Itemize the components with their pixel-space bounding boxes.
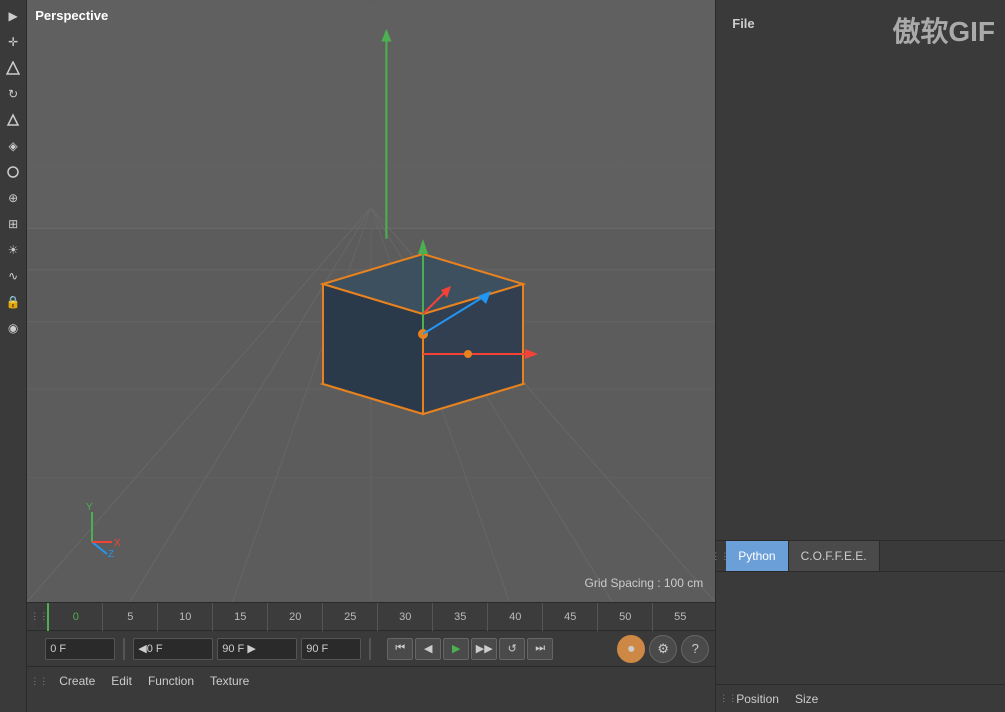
tool-icon-9[interactable]: ☀ <box>1 238 25 262</box>
tick-15[interactable]: 15 <box>212 603 267 631</box>
auto-button[interactable]: ⚙ <box>649 635 677 663</box>
menu-texture[interactable]: Texture <box>210 674 249 688</box>
tool-icon-6[interactable] <box>1 160 25 184</box>
rotate-icon[interactable]: ↻ <box>1 82 25 106</box>
fast-forward-button[interactable]: ▶▶ <box>471 638 497 660</box>
right-panel-content <box>716 572 1005 684</box>
tab-python[interactable]: Python <box>726 541 788 571</box>
play-button[interactable]: ▶ <box>443 638 469 660</box>
end-button[interactable]: ⏭ <box>527 638 553 660</box>
frame-end-input[interactable] <box>217 638 297 660</box>
select-icon[interactable]: ▶ <box>1 4 25 28</box>
svg-text:X: X <box>114 538 121 549</box>
viewport-section: Perspective Grid Spacing : 100 cm Y Z X <box>27 0 715 712</box>
tick-35[interactable]: 35 <box>432 603 487 631</box>
move-icon[interactable]: ✛ <box>1 30 25 54</box>
magnet-icon[interactable]: ⊕ <box>1 186 25 210</box>
menu-edit[interactable]: Edit <box>111 674 132 688</box>
frame-start-input[interactable] <box>45 638 115 660</box>
main-container: ▶ ✛ ↻ ◈ ⊕ ⊞ ☀ ∿ 🔒 ◉ <box>0 0 1005 712</box>
polygon-icon[interactable] <box>1 108 25 132</box>
rewind-button[interactable]: ⏮ <box>387 638 413 660</box>
svg-text:Z: Z <box>108 549 114 560</box>
right-panel: File 傲软GIF ⋮⋮ Python C.O.F.F.E.E. ⋮⋮ Pos… <box>715 0 1005 712</box>
tick-40[interactable]: 40 <box>487 603 542 631</box>
playback-btn-group: ⏮ ◀ ▶ ▶▶ ↺ ⏭ <box>387 638 553 660</box>
ruler-ticks: 0 5 10 15 20 25 30 35 40 45 50 55 <box>47 603 707 631</box>
position-label: Position <box>736 692 779 706</box>
tick-30[interactable]: 30 <box>377 603 432 631</box>
record-button[interactable]: ⏺ <box>617 635 645 663</box>
tick-0[interactable]: 0 <box>47 603 102 631</box>
tick-25[interactable]: 25 <box>322 603 377 631</box>
right-panel-top: File 傲软GIF <box>716 0 1005 540</box>
timeline-area: ⋮⋮ 0 5 10 15 20 25 30 35 40 45 50 55 <box>27 602 715 712</box>
tick-50[interactable]: 50 <box>597 603 652 631</box>
frame-current-input[interactable] <box>133 638 213 660</box>
size-label: Size <box>795 692 818 706</box>
left-toolbar: ▶ ✛ ↻ ◈ ⊕ ⊞ ☀ ∿ 🔒 ◉ <box>0 0 27 712</box>
prev-frame-button[interactable]: ◀ <box>415 638 441 660</box>
coord-axes: Y Z X <box>72 502 132 562</box>
tick-20[interactable]: 20 <box>267 603 322 631</box>
bottom-bar: ⋮⋮ Position Size <box>716 684 1005 712</box>
svg-text:Y: Y <box>86 502 93 513</box>
perspective-label: Perspective <box>35 8 108 23</box>
viewport-canvas[interactable]: Perspective Grid Spacing : 100 cm Y Z X <box>27 0 715 602</box>
file-menu[interactable]: File <box>732 16 754 31</box>
menu-function[interactable]: Function <box>148 674 194 688</box>
tick-10[interactable]: 10 <box>157 603 212 631</box>
tabs-row: ⋮⋮ Python C.O.F.F.E.E. <box>716 540 1005 572</box>
tick-55[interactable]: 55 <box>652 603 707 631</box>
menu-bar-bottom: ⋮⋮ Create Edit Function Texture <box>27 667 715 695</box>
tab-coffee[interactable]: C.O.F.F.E.E. <box>789 541 880 571</box>
lock-icon[interactable]: 🔒 <box>1 290 25 314</box>
paint-icon[interactable]: ◈ <box>1 134 25 158</box>
watermark: 傲软GIF <box>892 10 995 50</box>
material-icon[interactable]: ◉ <box>1 316 25 340</box>
loop-button[interactable]: ↺ <box>499 638 525 660</box>
menu-create[interactable]: Create <box>59 674 95 688</box>
camera-icon[interactable]: ⊞ <box>1 212 25 236</box>
frame-total-input[interactable] <box>301 638 361 660</box>
position-size-bar: Position Size <box>736 692 818 706</box>
tick-5[interactable]: 5 <box>102 603 157 631</box>
timeline-ruler[interactable]: ⋮⋮ 0 5 10 15 20 25 30 35 40 45 50 55 <box>27 603 715 631</box>
playback-controls: ⏮ ◀ ▶ ▶▶ ↺ ⏭ ⏺ ⚙ ? <box>27 631 715 667</box>
cube-object[interactable] <box>293 184 553 444</box>
tick-45[interactable]: 45 <box>542 603 597 631</box>
help-button[interactable]: ? <box>681 635 709 663</box>
scale-icon[interactable] <box>1 56 25 80</box>
grid-spacing-label: Grid Spacing : 100 cm <box>585 576 704 590</box>
tool-icon-10[interactable]: ∿ <box>1 264 25 288</box>
